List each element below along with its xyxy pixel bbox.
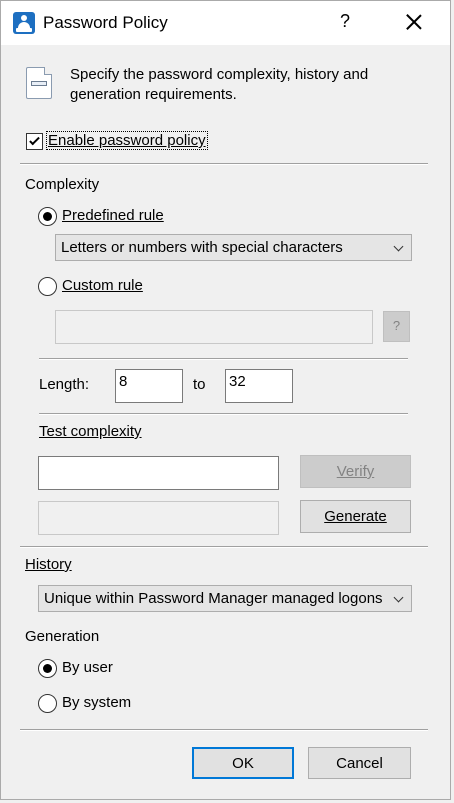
history-heading: History — [25, 556, 72, 573]
custom-rule-help-button[interactable]: ? — [383, 311, 410, 342]
predefined-rule-radio[interactable] — [38, 207, 57, 226]
history-dropdown[interactable]: Unique within Password Manager managed l… — [38, 585, 412, 612]
separator — [20, 163, 428, 165]
complexity-heading: Complexity — [25, 176, 100, 193]
length-to-label: to — [193, 376, 206, 393]
dialog-description: Specify the password complexity, history… — [70, 66, 369, 103]
custom-rule-radio[interactable] — [38, 277, 57, 296]
by-user-label[interactable]: By user — [62, 659, 113, 676]
test-complexity-heading: Test complexity — [39, 423, 142, 440]
verify-button[interactable]: Verify — [300, 455, 411, 488]
user-lock-icon — [13, 12, 35, 34]
generate-button[interactable]: Generate — [300, 500, 411, 533]
chevron-down-icon — [393, 592, 404, 603]
checkmark-icon — [29, 134, 40, 146]
separator — [39, 413, 408, 415]
length-label: Length: — [39, 376, 90, 393]
by-system-label[interactable]: By system — [62, 694, 131, 711]
predefined-rule-label[interactable]: Predefined rule — [62, 207, 164, 224]
separator — [20, 546, 428, 548]
custom-rule-input[interactable] — [55, 310, 373, 344]
password-policy-dialog: Password Policy ? Specify the password c… — [0, 0, 451, 800]
test-password-input[interactable] — [38, 456, 279, 490]
enable-policy-label[interactable]: Enable password policy — [46, 131, 208, 150]
separator — [20, 729, 428, 731]
by-user-radio[interactable] — [38, 659, 57, 678]
help-button[interactable]: ? — [335, 11, 355, 32]
cancel-button[interactable]: Cancel — [308, 747, 411, 779]
length-max-input[interactable]: 32 — [225, 369, 293, 403]
chevron-down-icon — [393, 241, 404, 252]
predefined-rule-dropdown[interactable]: Letters or numbers with special characte… — [55, 234, 412, 261]
length-min-input[interactable]: 8 — [115, 369, 183, 403]
generation-heading: Generation — [25, 628, 100, 645]
separator — [39, 358, 408, 360]
enable-policy-checkbox[interactable] — [26, 133, 43, 150]
ok-button[interactable]: OK — [192, 747, 294, 779]
custom-rule-label[interactable]: Custom rule — [62, 277, 143, 294]
password-document-icon — [26, 67, 52, 99]
generated-password-output — [38, 501, 279, 535]
title-bar[interactable]: Password Policy ? — [1, 1, 450, 45]
close-icon[interactable] — [402, 9, 426, 35]
dialog-title: Password Policy — [43, 13, 168, 32]
by-system-radio[interactable] — [38, 694, 57, 713]
